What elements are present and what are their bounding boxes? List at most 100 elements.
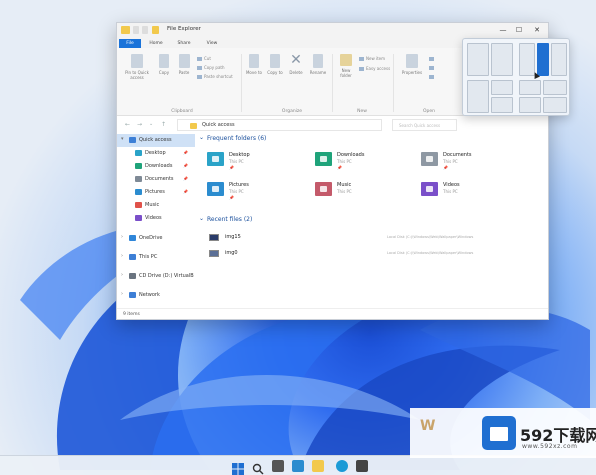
section-chevron-icon[interactable]: ⌄	[199, 134, 204, 141]
folder-location: This PC	[443, 159, 458, 164]
pin-icon: 📌	[443, 165, 448, 170]
up-icon[interactable]: ↑	[161, 121, 166, 128]
sidebar-item-label: OneDrive	[139, 235, 163, 241]
sidebar-item[interactable]: Documents 📌	[117, 173, 195, 186]
sidebar-item[interactable]: › This PC	[117, 251, 195, 264]
snap-zone-grid-top-left[interactable]	[519, 80, 541, 95]
snap-zone-quarter-left[interactable]	[467, 80, 489, 113]
new-folder-small-icon[interactable]	[152, 26, 159, 34]
move-to-button[interactable]: Move to	[245, 54, 263, 75]
snap-zone-half-left[interactable]	[467, 43, 489, 76]
back-icon[interactable]: ←	[125, 121, 130, 128]
folder-tile[interactable]: Downloads This PC 📌	[315, 150, 415, 172]
file-explorer-icon[interactable]	[312, 460, 324, 472]
sidebar-item[interactable]: Music	[117, 199, 195, 212]
paste-button[interactable]: Paste	[175, 54, 193, 75]
breadcrumb[interactable]: Quick access	[202, 122, 235, 128]
pin-icon: 📌	[183, 150, 188, 155]
folder-icon	[421, 152, 438, 166]
store-icon[interactable]	[356, 460, 368, 472]
search-input[interactable]: Search Quick access	[392, 119, 457, 131]
properties-button[interactable]: Properties	[399, 54, 425, 75]
snap-zone-quarter-top-right[interactable]	[491, 80, 513, 95]
snap-zone-half-right[interactable]	[491, 43, 513, 76]
forward-icon[interactable]: →	[137, 121, 142, 128]
recent-file-row[interactable]: img15 Local Disk (C:)\Windows\Web\Wallpap…	[207, 232, 537, 244]
snap-zone-third-left[interactable]	[519, 43, 535, 76]
maximize-button[interactable]: ☐	[514, 25, 524, 35]
history-options-button[interactable]	[429, 74, 436, 79]
snap-zone-grid-top-right[interactable]	[543, 80, 567, 95]
easy-access-icon	[359, 67, 364, 71]
title-bar[interactable]: File Explorer — ☐ ✕	[117, 23, 548, 38]
folder-tile[interactable]: Pictures This PC 📌	[207, 180, 307, 202]
recent-locations-chevron-icon[interactable]: ⌄	[149, 121, 153, 127]
chevron-icon[interactable]: ›	[121, 291, 123, 297]
frequent-folders-title[interactable]: Frequent folders (6)	[207, 135, 266, 142]
rename-button[interactable]: Rename	[308, 54, 328, 75]
main-content: ⌄ Frequent folders (6) Desktop This PC 📌 Do…	[199, 134, 549, 308]
pin-icon: 📌	[183, 189, 188, 194]
cut-button[interactable]: Cut	[197, 56, 211, 61]
file-name: img15	[225, 234, 241, 240]
snap-zone-quarter-bottom-right[interactable]	[491, 97, 513, 113]
easy-access-button[interactable]: Easy access	[359, 66, 390, 71]
edit-options-button[interactable]	[429, 65, 436, 70]
sidebar-item-label: CD Drive (D:) VirtualB	[139, 273, 194, 279]
folder-tile[interactable]: Documents This PC 📌	[421, 150, 521, 172]
close-button[interactable]: ✕	[532, 25, 542, 35]
start-icon[interactable]	[232, 460, 244, 475]
widgets-icon[interactable]	[292, 460, 304, 472]
sidebar-item[interactable]: › Network	[117, 289, 195, 302]
new-folder-button[interactable]: New folder	[336, 54, 356, 78]
tab-share[interactable]: Share	[173, 39, 195, 48]
chevron-icon[interactable]: ›	[121, 272, 123, 278]
tab-home[interactable]: Home	[145, 39, 167, 48]
sidebar-item[interactable]: › OneDrive	[117, 232, 195, 245]
snap-layouts-flyout	[462, 38, 570, 116]
tab-view[interactable]: View	[201, 39, 223, 48]
snap-zone-third-middle[interactable]	[537, 43, 549, 76]
copy-button[interactable]: Copy	[155, 54, 173, 75]
folder-tile[interactable]: Desktop This PC 📌	[207, 150, 307, 172]
window-title: File Explorer	[167, 26, 201, 32]
recent-file-row[interactable]: img0 Local Disk (C:)\Windows\Web\Wallpape…	[207, 248, 537, 260]
chevron-icon[interactable]: ▾	[121, 136, 124, 142]
paste-shortcut-button[interactable]: Paste shortcut	[197, 74, 233, 79]
folder-name: Pictures	[229, 182, 249, 188]
folder-tile[interactable]: Music This PC	[315, 180, 415, 202]
address-field[interactable]: Quick access	[177, 119, 382, 131]
status-bar: 9 items	[117, 308, 548, 320]
chevron-icon[interactable]: ›	[121, 234, 123, 240]
sidebar-item[interactable]: › CD Drive (D:) VirtualB	[117, 270, 195, 283]
task-view-icon[interactable]	[272, 460, 284, 472]
search-icon[interactable]	[252, 460, 264, 475]
quick-access-toolbar-icon[interactable]	[133, 26, 139, 34]
copy-path-button[interactable]: Copy path	[197, 65, 225, 70]
item-count: 9 items	[123, 312, 140, 317]
tab-file[interactable]: File	[119, 39, 141, 48]
sidebar-item[interactable]: Desktop 📌	[117, 147, 195, 160]
folder-location: This PC	[229, 159, 244, 164]
section-chevron-icon[interactable]: ⌄	[199, 215, 204, 222]
chevron-icon[interactable]: ›	[121, 253, 123, 259]
recent-files-title[interactable]: Recent files (2)	[207, 216, 252, 223]
snap-zone-third-right[interactable]	[551, 43, 567, 76]
minimize-button[interactable]: —	[498, 25, 508, 35]
folder-location: This PC	[229, 189, 244, 194]
sidebar-item[interactable]: Pictures 📌	[117, 186, 195, 199]
snap-zone-grid-bottom-right[interactable]	[543, 97, 567, 113]
undo-icon[interactable]	[142, 26, 148, 34]
sidebar-item[interactable]: Videos	[117, 212, 195, 225]
pin-quick-access-button[interactable]: Pin to Quick access	[121, 54, 153, 80]
copy-to-button[interactable]: Copy to	[266, 54, 284, 75]
open-options-button[interactable]	[429, 56, 436, 61]
delete-button[interactable]: ✕ Delete	[287, 52, 305, 75]
paste-shortcut-icon	[197, 75, 202, 79]
sidebar-item[interactable]: ▾ Quick access	[117, 134, 195, 147]
sidebar-item[interactable]: Downloads 📌	[117, 160, 195, 173]
folder-tile[interactable]: Videos This PC	[421, 180, 521, 202]
new-item-button[interactable]: New item	[359, 56, 385, 61]
snap-zone-grid-bottom-left[interactable]	[519, 97, 541, 113]
edge-icon[interactable]	[336, 460, 348, 472]
